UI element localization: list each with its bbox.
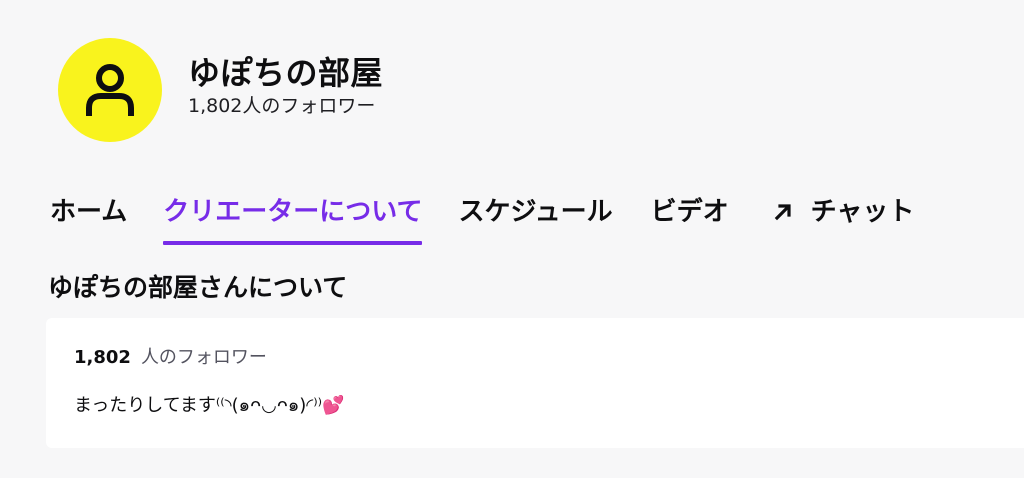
tab-schedule[interactable]: スケジュール (458, 192, 612, 232)
follower-count: 1,802人のフォロワー (188, 95, 376, 117)
channel-page: ゆぽちの部屋 1,802人のフォロワー ホーム クリエーターについて スケジュー… (0, 0, 1024, 478)
tab-videos[interactable]: ビデオ (651, 192, 729, 232)
channel-header: ゆぽちの部屋 1,802人のフォロワー (58, 38, 383, 142)
tab-about[interactable]: クリエーターについて (163, 192, 423, 245)
channel-info: ゆぽちの部屋 1,802人のフォロワー (188, 53, 383, 119)
about-follower-count: 1,802 人のフォロワー (74, 344, 267, 372)
follower-count-number: 1,802 (74, 347, 131, 368)
follower-count-label: 人のフォロワー (140, 347, 267, 368)
channel-bio: まったりしてます⁽⁽◝(๑ᴖ◡ᴖ๑)◜⁾⁾💕 (74, 395, 345, 416)
tab-home[interactable]: ホーム (50, 192, 127, 232)
tab-chat[interactable]: チャット (771, 192, 915, 232)
channel-name[interactable]: ゆぽちの部屋 (188, 53, 383, 93)
avatar[interactable] (58, 38, 162, 142)
channel-tabs: ホーム クリエーターについて スケジュール ビデオ チャット (50, 192, 914, 248)
tab-chat-label: チャット (810, 197, 915, 227)
about-card: 1,802 人のフォロワー まったりしてます⁽⁽◝(๑ᴖ◡ᴖ๑)◜⁾⁾💕 (46, 318, 1024, 448)
about-heading: ゆぽちの部屋さんについて (48, 273, 348, 302)
external-arrow-icon (774, 204, 791, 221)
user-silhouette-icon (86, 64, 134, 116)
